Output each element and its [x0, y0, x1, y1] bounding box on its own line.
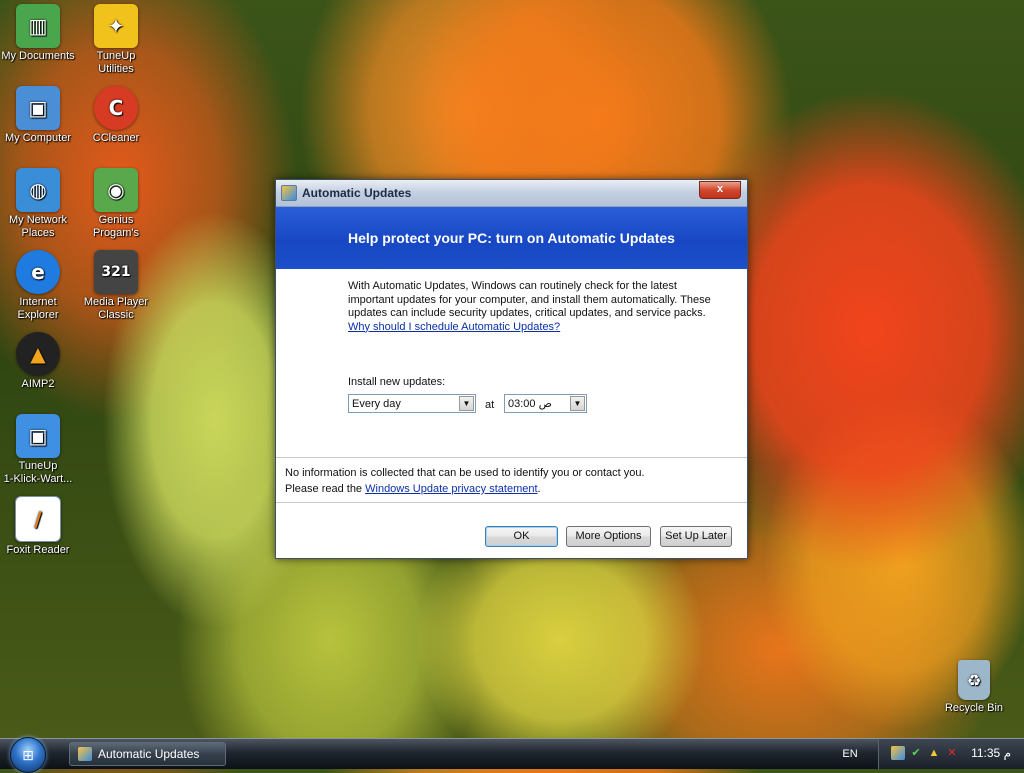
desktop-icon-label: Places [21, 227, 55, 239]
set-up-later-button[interactable]: Set Up Later [660, 526, 732, 547]
ccleaner-icon: C [94, 86, 138, 130]
privacy-statement-link[interactable]: Windows Update privacy statement [365, 483, 537, 495]
recycle-bin-icon: ♻ [958, 660, 990, 700]
privacy-prefix: Please read the [285, 483, 366, 495]
desktop-icon-label: TuneUp Utilities [96, 50, 136, 75]
media-player-classic-icon: 321 [94, 250, 138, 294]
desktop-icon-label: Media Player [83, 296, 149, 308]
dialog-title: Automatic Updates [302, 186, 412, 200]
taskbar: ⊞ Automatic Updates EN ✔ ▲ ✕ 11:35 م [0, 737, 1024, 773]
time-value: 03:00 ص [508, 398, 552, 410]
taskbar-item-label: Automatic Updates [98, 747, 200, 761]
desktop-icon-label: AIMP2 [21, 378, 55, 390]
automatic-updates-tray-icon[interactable] [891, 746, 905, 760]
foxit-reader-icon: ∕ [15, 496, 61, 542]
banner-heading: Help protect your PC: turn on Automatic … [348, 230, 675, 246]
desktop-icon-recycle-bin[interactable]: ♻ Recycle Bin [936, 660, 1012, 715]
desktop-icon-label: Internet [19, 296, 57, 308]
automatic-updates-icon [281, 185, 297, 201]
desktop-icon-label: Recycle Bin [944, 702, 1004, 714]
more-options-button[interactable]: More Options [566, 526, 651, 547]
desktop-icon-tuneup-utilities[interactable]: ✦ TuneUp Utilities [78, 4, 154, 76]
dialog-banner: Help protect your PC: turn on Automatic … [276, 207, 747, 269]
desktop-icon-internet-explorer[interactable]: e Internet Explorer [0, 250, 76, 322]
desktop-icon-my-documents[interactable]: ▥ My Documents [0, 4, 76, 63]
frequency-value: Every day [352, 397, 401, 410]
tuneup-1-click-icon: ▣ [16, 414, 60, 458]
desktop-icon-aimp2[interactable]: ▲ AIMP2 [0, 332, 76, 391]
divider [276, 502, 747, 503]
computer-icon: ▣ [16, 86, 60, 130]
network-warning-icon[interactable]: ▲ [927, 746, 941, 760]
internet-explorer-icon: e [16, 250, 60, 294]
dialog-titlebar[interactable]: Automatic Updates x [276, 180, 747, 207]
tuneup-utilities-icon: ✦ [94, 4, 138, 48]
privacy-note: No information is collected that can be … [285, 467, 645, 479]
desktop-icon-label: My Computer [4, 132, 72, 144]
desktop-icon-my-computer[interactable]: ▣ My Computer [0, 86, 76, 145]
description-text: With Automatic Updates, Windows can rout… [348, 280, 711, 319]
desktop-icon-label: Genius [98, 214, 134, 226]
desktop-icon-genius-programs[interactable]: ◉ Genius Progam's [78, 168, 154, 240]
desktop-icon-label: Classic [98, 309, 134, 321]
privacy-info: No information is collected that can be … [285, 465, 645, 497]
aimp2-icon: ▲ [16, 332, 60, 376]
install-new-updates-label: Install new updates: [348, 376, 446, 388]
desktop-icon-label: My Network [8, 214, 68, 226]
at-label: at [485, 399, 495, 411]
language-indicator[interactable]: EN [838, 746, 862, 762]
ok-button[interactable]: OK [485, 526, 558, 547]
automatic-updates-icon [78, 747, 92, 761]
divider [276, 457, 747, 458]
frequency-select[interactable]: Every day ▼ [348, 394, 476, 413]
privacy-suffix: . [537, 483, 541, 495]
desktop-icon-foxit-reader[interactable]: ∕ Foxit Reader [0, 496, 76, 557]
desktop-icon-tuneup-1-klick[interactable]: ▣ TuneUp 1-Klick-Wart... [0, 414, 76, 486]
desktop-icon-media-player-classic[interactable]: 321 Media Player Classic [78, 250, 154, 322]
why-schedule-link[interactable]: Why should I schedule Automatic Updates? [348, 321, 560, 333]
security-check-icon[interactable]: ✔ [909, 746, 923, 760]
desktop-icon-label: 1-Klick-Wart... [3, 473, 73, 485]
time-select[interactable]: 03:00 ص ▼ [504, 394, 587, 413]
desktop-icon-label: CCleaner [92, 132, 140, 144]
desktop-icon-label: Foxit Reader [6, 544, 70, 556]
desktop-icon-my-network-places[interactable]: ◍ My Network Places [0, 168, 76, 240]
taskbar-item-automatic-updates[interactable]: Automatic Updates [69, 742, 226, 766]
network-places-icon: ◍ [16, 168, 60, 212]
network-disconnected-icon[interactable]: ✕ [945, 746, 959, 760]
desktop-icon-label: Explorer [17, 309, 59, 321]
desktop-icon-ccleaner[interactable]: C CCleaner [78, 86, 154, 145]
clock[interactable]: 11:35 م [971, 746, 1011, 760]
system-tray: ✔ ▲ ✕ 11:35 م [878, 739, 1024, 769]
desktop-icon-label: TuneUp [18, 460, 58, 472]
desktop-icon-label: My Documents [1, 50, 75, 62]
description-block: With Automatic Updates, Windows can rout… [348, 280, 720, 334]
chevron-down-icon[interactable]: ▼ [459, 396, 474, 411]
close-button[interactable]: x [699, 181, 741, 199]
genius-programs-icon: ◉ [94, 168, 138, 212]
automatic-updates-dialog: Automatic Updates x Help protect your PC… [275, 179, 748, 559]
documents-folder-icon: ▥ [16, 4, 60, 48]
desktop-icon-label: Progam's [92, 227, 140, 239]
chevron-down-icon[interactable]: ▼ [570, 396, 585, 411]
